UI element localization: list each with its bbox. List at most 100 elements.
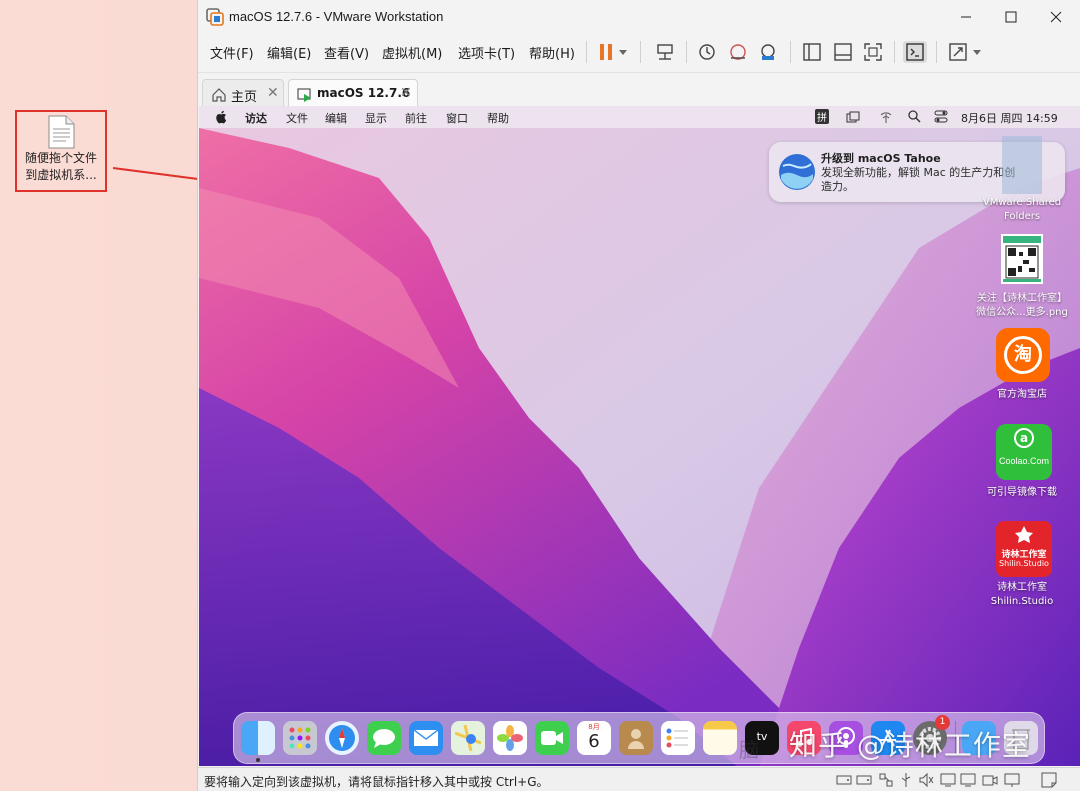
map-pin-icon — [455, 725, 481, 751]
thumbnail-bar-button[interactable] — [831, 41, 855, 63]
toolbar-separator — [686, 41, 687, 63]
menu-help[interactable]: 帮助(H) — [529, 43, 575, 62]
tab-label: 主页 — [231, 90, 258, 105]
tab-home[interactable]: 主页 ✕ — [202, 79, 284, 109]
tab-label: macOS 12.7.6 — [317, 86, 411, 100]
desktop-icon-taobao[interactable]: 淘 官方淘宝店 — [972, 328, 1072, 406]
notes-dock-icon[interactable] — [703, 721, 737, 755]
desktop-icon-shilin[interactable]: 诗林工作室 Shilin.Studio 诗林工作室 Shilin.Studio — [972, 521, 1072, 611]
safari-dock-icon[interactable] — [325, 721, 359, 755]
tab-close-icon[interactable]: ✕ — [267, 85, 279, 101]
notes-panel-icon[interactable] — [1041, 772, 1057, 788]
mail-dock-icon[interactable] — [409, 721, 443, 755]
snapshot-button[interactable] — [695, 41, 719, 63]
mac-menu-help[interactable]: 帮助 — [487, 110, 509, 126]
window-switch-icon[interactable] — [846, 111, 860, 123]
control-center-icon[interactable] — [934, 110, 948, 123]
chevron-down-icon — [619, 50, 627, 55]
finder-dock-icon[interactable] — [241, 721, 275, 755]
bottom-panel-icon — [834, 43, 852, 61]
vmware-app-icon — [206, 8, 224, 26]
messages-dock-icon[interactable] — [367, 721, 401, 755]
mac-clock[interactable]: 8月6日 周四 14:59 — [961, 110, 1058, 126]
maximize-icon — [1005, 11, 1017, 23]
checklist-icon — [666, 728, 688, 748]
video-camera-icon — [541, 731, 563, 745]
tab-close-icon[interactable]: ✕ — [400, 85, 412, 101]
snapshot-clock-icon — [699, 44, 715, 60]
display-icon[interactable] — [940, 772, 956, 788]
person-icon — [628, 729, 644, 749]
menu-edit[interactable]: 编辑(E) — [267, 43, 311, 62]
display-icon[interactable] — [960, 772, 976, 788]
toolbar-separator — [640, 41, 641, 63]
mac-menu-view[interactable]: 显示 — [365, 110, 387, 126]
pause-icon — [600, 44, 612, 60]
compass-icon — [329, 725, 355, 751]
desktop-icon-label: 可引导镜像下载 — [987, 487, 1057, 498]
camera-icon[interactable] — [982, 772, 998, 788]
maps-dock-icon[interactable] — [451, 721, 485, 755]
close-button[interactable] — [1033, 4, 1079, 30]
monitor-icon[interactable] — [1004, 772, 1020, 788]
fullscreen-icon — [864, 43, 882, 61]
snapshot-manager-button[interactable] — [756, 41, 780, 63]
input-method-indicator[interactable]: 拼 — [815, 109, 829, 124]
menu-view[interactable]: 查看(V) — [324, 43, 369, 62]
guest-screen[interactable]: 访达 文件 编辑 显示 前往 窗口 帮助 拼 8月6日 周四 14:59 升级到… — [199, 106, 1080, 766]
zhihu-watermark: 知乎 @诗林工作室 — [789, 729, 1031, 762]
launchpad-dock-icon[interactable] — [283, 721, 317, 755]
mac-menu-file[interactable]: 文件 — [286, 110, 308, 126]
network-adapter-icon[interactable] — [878, 772, 894, 788]
chat-bubble-icon — [373, 729, 395, 748]
watermark-faint-text: 脑 — [739, 738, 759, 762]
vmware-window: macOS 12.7.6 - VMware Workstation 文件(F) … — [197, 0, 1080, 791]
reminders-dock-icon[interactable] — [661, 721, 695, 755]
minimize-button[interactable] — [943, 4, 989, 30]
host-file-label: 随便拖个文件 到虚拟机系... — [24, 151, 97, 182]
console-view-button[interactable] — [903, 41, 927, 63]
calendar-dock-icon[interactable]: 8月 6 — [577, 721, 611, 755]
fullscreen-button[interactable] — [861, 41, 885, 63]
desktop-icon-coolao[interactable]: a Coolao.Com 可引导镜像下载 — [972, 424, 1072, 502]
hard-disk-icon[interactable] — [836, 772, 852, 788]
launchpad-grid-icon — [289, 727, 311, 749]
menu-file[interactable]: 文件(F) — [210, 43, 254, 62]
stretch-guest-button[interactable] — [946, 41, 970, 63]
sound-icon[interactable] — [918, 772, 934, 788]
send-ctrl-alt-del-button[interactable] — [653, 41, 677, 63]
host-file-highlight[interactable]: 随便拖个文件 到虚拟机系... — [15, 110, 107, 192]
window-title: macOS 12.7.6 - VMware Workstation — [229, 9, 444, 24]
apple-logo-icon[interactable] — [215, 110, 227, 124]
mac-menu-go[interactable]: 前往 — [405, 110, 427, 126]
mac-menu-edit[interactable]: 编辑 — [325, 110, 347, 126]
desktop-icon-qrcode-png[interactable]: 关注【诗林工作室】 微信公众...更多.png — [972, 234, 1072, 324]
chevron-down-icon — [973, 50, 981, 55]
wifi-off-icon[interactable] — [879, 110, 893, 124]
maximize-button[interactable] — [988, 4, 1034, 30]
spotlight-search-icon[interactable] — [908, 110, 921, 123]
menu-tabs[interactable]: 选项卡(T) — [458, 43, 515, 62]
mac-menu-finder[interactable]: 访达 — [245, 110, 267, 126]
facetime-dock-icon[interactable] — [535, 721, 569, 755]
shared-folder-icon — [1002, 136, 1042, 194]
desktop-icon-label: 官方淘宝店 — [997, 389, 1047, 400]
usb-icon[interactable] — [898, 772, 914, 788]
menu-vm[interactable]: 虚拟机(M) — [382, 43, 442, 62]
power-dropdown[interactable] — [616, 41, 630, 63]
contacts-dock-icon[interactable] — [619, 721, 653, 755]
toolbar-separator — [586, 41, 587, 63]
qrcode-image-icon — [1001, 234, 1043, 284]
revert-snapshot-button[interactable] — [726, 41, 750, 63]
desktop-icon-vmware-shared[interactable]: VMware Shared Folders — [972, 136, 1072, 230]
tab-macos[interactable]: macOS 12.7.6 ✕ — [288, 79, 418, 109]
show-library-button[interactable] — [800, 41, 824, 63]
stretch-dropdown[interactable] — [970, 41, 984, 63]
close-icon — [1050, 11, 1062, 23]
photos-dock-icon[interactable] — [493, 721, 527, 755]
pause-button[interactable] — [594, 41, 618, 63]
mac-menu-window[interactable]: 窗口 — [446, 110, 468, 126]
title-bar: macOS 12.7.6 - VMware Workstation — [198, 0, 1080, 34]
hard-disk-icon[interactable] — [856, 772, 872, 788]
home-icon — [212, 88, 226, 102]
